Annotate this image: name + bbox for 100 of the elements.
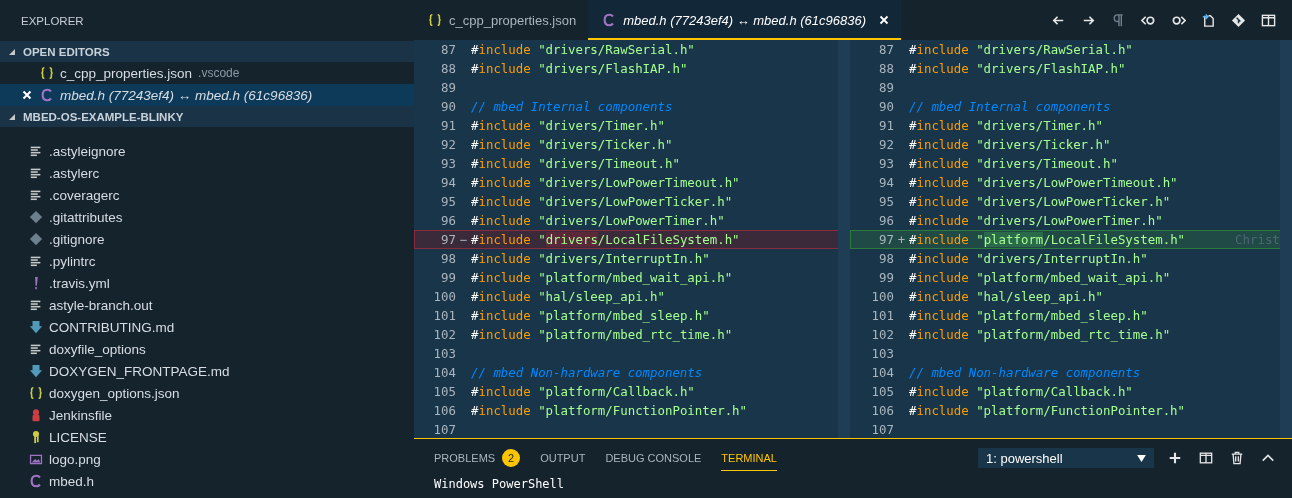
file-name: .gitignore — [49, 231, 105, 247]
dropdown-caret-icon — [1137, 454, 1146, 462]
diamond-icon — [29, 210, 43, 224]
line-number: 99 — [440, 270, 456, 285]
line-number: 101 — [870, 308, 894, 323]
file-name: .astylerc — [49, 165, 100, 181]
code-line: #include "drivers/InterruptIn.h" — [909, 251, 1148, 266]
line-number: 105 — [432, 384, 456, 399]
line-number: 106 — [870, 403, 894, 418]
trash-icon[interactable] — [1230, 451, 1244, 465]
code-comment: // mbed Internal components — [471, 99, 673, 114]
panel-tab[interactable]: DEBUG CONSOLE — [605, 445, 702, 471]
file-name: Jenkinsfile — [49, 407, 113, 423]
line-number: 91 — [878, 118, 894, 133]
code-line: #include "platform/mbed_sleep.h" — [471, 308, 710, 323]
file-item[interactable]: .astyleignore — [0, 140, 414, 162]
line-number: 98 — [878, 251, 894, 266]
split-terminal-icon[interactable] — [1199, 451, 1213, 465]
braces-icon — [29, 386, 43, 400]
code-line: #include "drivers/FlashIAP.h" — [909, 61, 1126, 76]
line-number: 102 — [432, 327, 456, 342]
close-icon[interactable] — [879, 15, 890, 25]
file-item[interactable]: .astylerc — [0, 162, 414, 184]
line-number: 93 — [440, 156, 456, 171]
code-line: #include "drivers/LowPowerTimer.h" — [909, 213, 1163, 228]
line-number: 87 — [440, 42, 456, 57]
file-item[interactable]: Jenkinsfile — [0, 404, 414, 426]
file-item[interactable]: logo.png — [0, 448, 414, 470]
code-line: #include "drivers/Ticker.h" — [471, 137, 673, 152]
file-item[interactable]: astyle-branch.out — [0, 294, 414, 316]
code-line: #include "drivers/RawSerial.h" — [909, 42, 1133, 57]
terminal-text: Windows PowerShell — [433, 477, 566, 491]
line-number: 103 — [870, 346, 894, 361]
file-item[interactable]: doxygen_options.json — [0, 382, 414, 404]
git-diamond-icon[interactable] — [1231, 12, 1246, 28]
file-item[interactable]: DOXYGEN_FRONTPAGE.md — [0, 360, 414, 382]
section-header[interactable]: MBED-OS-EXAMPLE-BLINKY — [0, 106, 414, 127]
close-icon[interactable] — [22, 90, 32, 100]
changed-code-line: #include "drivers/LocalFileSystem.h" — [471, 232, 740, 247]
line-number: 94 — [878, 175, 894, 190]
braces-icon — [428, 13, 442, 27]
code-line: #include "platform/mbed_sleep.h" — [909, 308, 1148, 323]
open-editor-item[interactable]: c_cpp_properties.json .vscode — [0, 62, 414, 84]
line-number: 104 — [870, 365, 894, 380]
terminal-dropdown[interactable]: 1: powershell — [978, 448, 1154, 468]
pilcrow-icon[interactable] — [1111, 12, 1126, 28]
file-item[interactable]: .travis.yml — [0, 272, 414, 294]
c-letter-icon — [29, 474, 43, 488]
line-number: 92 — [878, 137, 894, 152]
line-number: 101 — [432, 308, 456, 323]
code-line: #include "drivers/Timeout.h" — [471, 156, 680, 171]
file-item[interactable]: LICENSE — [0, 426, 414, 448]
image-icon — [29, 452, 43, 466]
file-item[interactable]: .gitignore — [0, 228, 414, 250]
code-line: #include "hal/sleep_api.h" — [471, 289, 665, 304]
sidebar-title: EXPLORER — [20, 13, 85, 29]
lines-icon — [29, 342, 43, 356]
file-name: .gitattributes — [49, 209, 123, 225]
line-number: 106 — [432, 403, 456, 418]
code-line: #include "hal/sleep_api.h" — [909, 289, 1103, 304]
file-name: mbed.h (77243ef4) ↔ mbed.h (61c96836) — [60, 87, 313, 103]
diamond-icon — [29, 232, 43, 246]
file-item[interactable]: .gitattributes — [0, 206, 414, 228]
section-header[interactable]: OPEN EDITORS — [0, 41, 414, 62]
line-number: 88 — [878, 61, 894, 76]
file-item[interactable]: CONTRIBUTING.md — [0, 316, 414, 338]
file-name: .pylintrc — [49, 253, 96, 269]
file-name: DOXYGEN_FRONTPAGE.md — [49, 363, 230, 379]
code-line: #include "drivers/RawSerial.h" — [471, 42, 695, 57]
editor-tab[interactable]: mbed.h (77243ef4) ↔ mbed.h (61c96836) — [588, 0, 902, 40]
code-line: #include "platform/FunctionPointer.h" — [909, 403, 1186, 418]
file-item[interactable]: mbed.h — [0, 470, 414, 492]
line-number: 96 — [878, 213, 894, 228]
code-line: #include "platform/FunctionPointer.h" — [471, 403, 748, 418]
editor-tab[interactable]: c_cpp_properties.json — [414, 0, 589, 40]
line-number: 94 — [440, 175, 456, 190]
file-item[interactable]: doxyfile_options — [0, 338, 414, 360]
lines-icon — [29, 166, 43, 180]
line-number: 107 — [870, 422, 894, 437]
code-line: #include "drivers/LowPowerTimer.h" — [471, 213, 725, 228]
line-number: 90 — [878, 99, 894, 114]
code-line: #include "platform/Callback.h" — [909, 384, 1133, 399]
panel-tab[interactable]: TERMINAL — [721, 445, 777, 471]
code-line: #include "platform/mbed_rtc_time.h" — [909, 327, 1171, 342]
file-item[interactable]: .pylintrc — [0, 250, 414, 272]
panel-tab[interactable]: PROBLEMS 2 — [434, 445, 521, 471]
line-number: 87 — [878, 42, 894, 57]
split-editor-icon[interactable] — [1261, 12, 1276, 28]
line-number: 96 — [440, 213, 456, 228]
section-title: OPEN EDITORS — [23, 45, 110, 58]
diff-marker: − — [459, 232, 468, 247]
file-item[interactable]: .coveragerc — [0, 184, 414, 206]
open-editor-item[interactable]: mbed.h (77243ef4) ↔ mbed.h (61c96836) — [0, 84, 414, 106]
open-file-icon[interactable] — [1201, 12, 1216, 28]
code-line: #include "drivers/Timeout.h" — [909, 156, 1118, 171]
line-number: 97 — [878, 232, 894, 247]
panel-tab[interactable]: OUTPUT — [540, 445, 586, 471]
code-line: #include "drivers/LowPowerTicker.h" — [471, 194, 733, 209]
file-name: astyle-branch.out — [49, 297, 153, 313]
plus-icon[interactable] — [1168, 451, 1182, 465]
